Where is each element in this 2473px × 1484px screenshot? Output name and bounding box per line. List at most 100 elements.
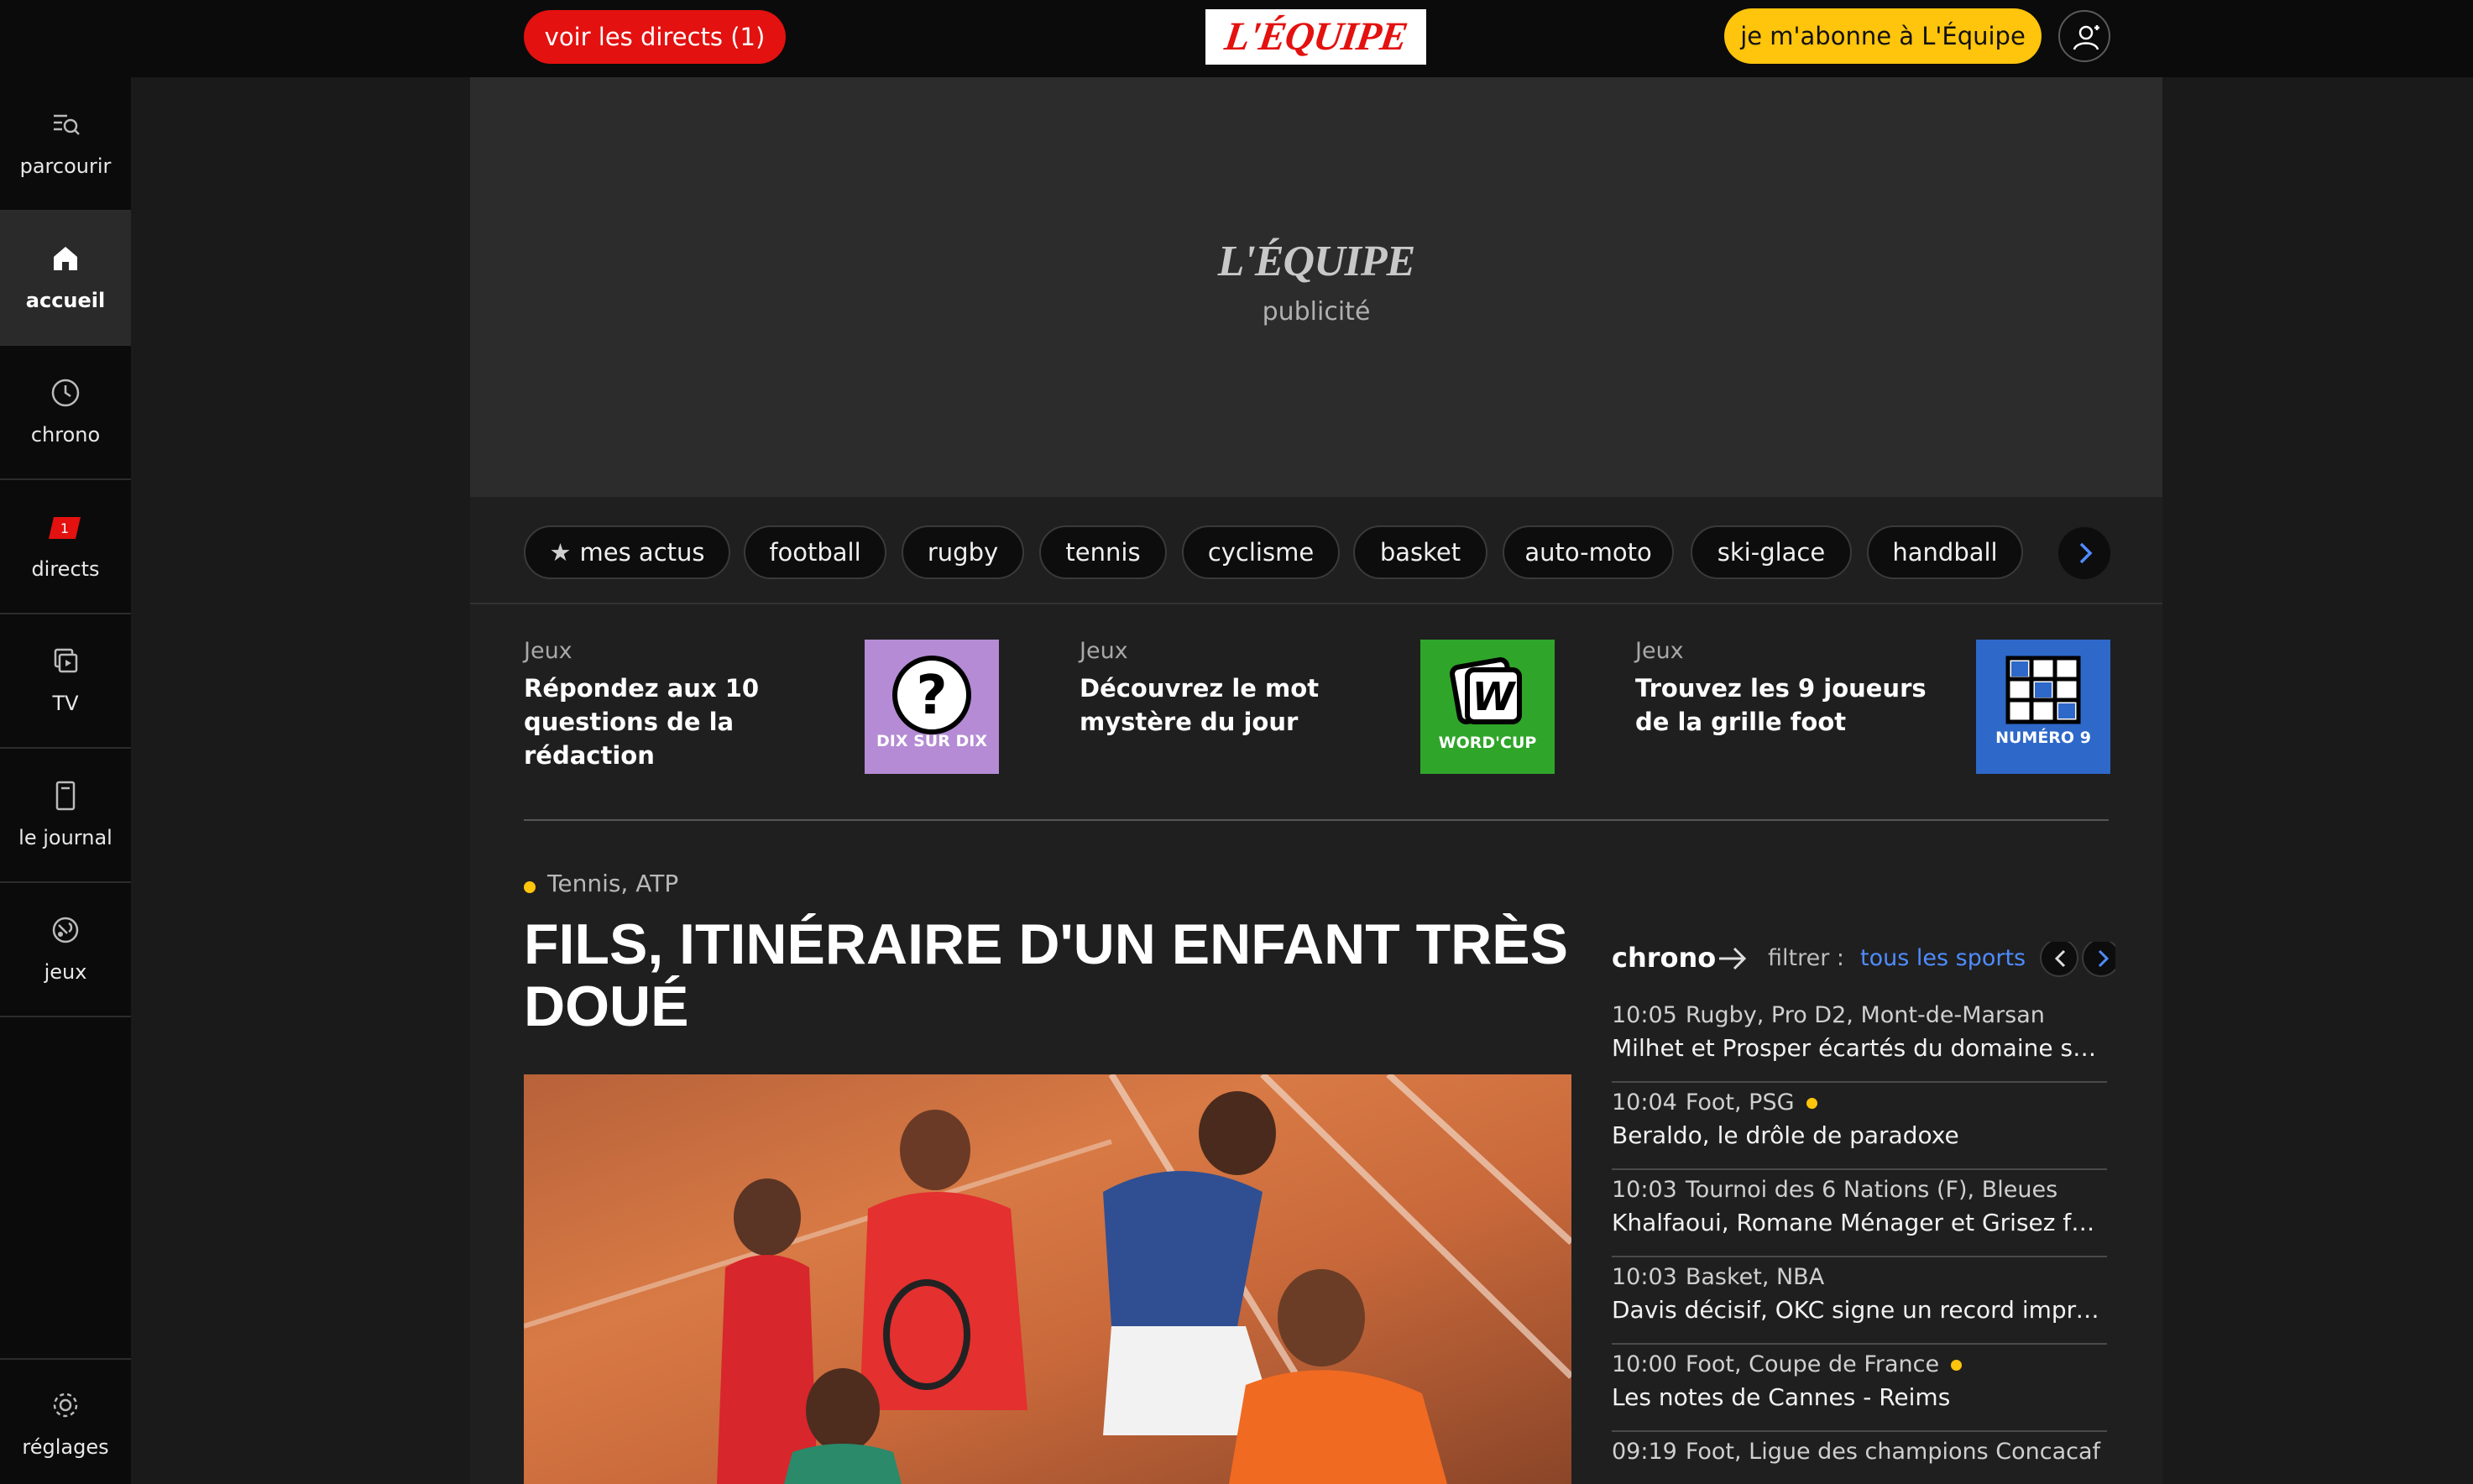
chip-auto-moto[interactable]: auto-moto: [1503, 525, 1674, 579]
sidebar-item-label: parcourir: [19, 154, 112, 178]
ad-label: publicité: [1262, 297, 1371, 327]
logo-text: L'ÉQUIPE: [1221, 14, 1410, 59]
article-category[interactable]: Tennis, ATP: [547, 870, 678, 897]
browse-icon: [54, 114, 80, 135]
chrono-item-meta: 10:05 Rugby, Pro D2, Mont-de-Marsan: [1612, 1002, 2045, 1028]
svg-text:?: ?: [916, 665, 947, 727]
sidebar-item-directs[interactable]: 1 directs: [0, 480, 131, 614]
numero9-thumbnail: NUMÉRO 9: [1976, 640, 2110, 774]
chrono-item[interactable]: 10:03 Basket, NBA Davis décisif, OKC sign…: [1612, 1257, 2107, 1345]
filter-label: filtrer :: [1768, 945, 1844, 971]
tennis-players-illustration: [524, 1074, 1571, 1484]
chrono-item-meta: 09:19 Foot, Ligue des champions Concacaf: [1612, 1439, 2101, 1465]
tv-icon: [54, 648, 78, 673]
thumb-label: WORD'CUP: [1438, 734, 1537, 752]
chrono-title[interactable]: chrono: [1612, 942, 1716, 974]
chip-football[interactable]: football: [744, 525, 886, 579]
ad-banner[interactable]: L'ÉQUIPE publicité: [470, 77, 2162, 497]
chrono-item-meta: 10:03 Tournoi des 6 Nations (F), Bleues: [1612, 1177, 2058, 1203]
category-dot: [524, 881, 536, 893]
logo[interactable]: L'ÉQUIPE: [1205, 9, 1426, 65]
sidebar-item-reglages[interactable]: réglages: [0, 1358, 131, 1484]
grid-icon: [2005, 656, 2081, 724]
sidebar: parcourir accueil chrono 1 directs TV le…: [0, 77, 131, 1484]
sidebar-item-accueil[interactable]: accueil: [0, 212, 131, 346]
chip-basket[interactable]: basket: [1353, 525, 1487, 579]
user-icon: [2073, 25, 2099, 50]
chrono-item[interactable]: 10:04 Foot, PSG Beraldo, le drôle de para…: [1612, 1083, 2107, 1170]
ad-logo: L'ÉQUIPE: [1217, 238, 1416, 285]
gear-icon: [53, 1393, 78, 1418]
account-button[interactable]: [2058, 10, 2110, 62]
article-hero-image[interactable]: [524, 1074, 1571, 1484]
sidebar-item-label: directs: [31, 557, 100, 581]
sidebar-item-label: le journal: [18, 826, 112, 849]
thumb-label: NUMÉRO 9: [1995, 729, 2091, 747]
chrono-item-title: Khalfaoui, Romane Ménager et Grisez font…: [1612, 1209, 2107, 1236]
article-headline[interactable]: FILS, ITINÉRAIRE D'UN ENFANT TRÈS DOUÉ: [524, 913, 1582, 1037]
top-bar: voir les directs (1) L'ÉQUIPE je m'abonn…: [0, 0, 2473, 77]
chrono-item-title: Les notes de Cannes - Reims: [1612, 1383, 1951, 1411]
chrono-panel: chrono filtrer : tous les sports 10:05 Ru…: [1612, 942, 2115, 1484]
chrono-item[interactable]: 10:00 Foot, Coupe de France Les notes de …: [1612, 1345, 2107, 1432]
sidebar-item-label: chrono: [30, 423, 101, 447]
game-title: Trouvez les 9 joueurs de la grille foot: [1635, 674, 1927, 736]
sidebar-item-label: TV: [52, 692, 79, 715]
arrow-right-icon[interactable]: [1718, 945, 1748, 972]
chip-rugby[interactable]: rugby: [902, 525, 1024, 579]
game-title: Répondez aux 10 questions de la rédactio…: [524, 674, 760, 770]
sidebar-item-label: accueil: [25, 289, 106, 312]
game-kind: Jeux: [524, 638, 573, 664]
chrono-item-meta: 10:03 Basket, NBA: [1612, 1264, 1825, 1290]
svg-text:W: W: [1472, 674, 1517, 719]
chrono-prev-button[interactable]: [2040, 942, 2078, 977]
games-row: Jeux Répondez aux 10 questions de la réd…: [524, 638, 2110, 821]
chevron-right-icon: [2098, 949, 2110, 968]
wordcup-logo-icon: W: [1450, 657, 1522, 724]
chip-cyclisme[interactable]: cyclisme: [1182, 525, 1340, 579]
sidebar-item-jeux[interactable]: jeux: [0, 883, 131, 1017]
premium-dot: [1951, 1360, 1963, 1371]
sidebar-item-parcourir[interactable]: parcourir: [0, 77, 131, 212]
chips-next-button[interactable]: [2058, 527, 2110, 579]
chip-tennis[interactable]: tennis: [1039, 525, 1167, 579]
sidebar-item-tv[interactable]: TV: [0, 614, 131, 749]
chrono-item-title: Beraldo, le drôle de paradoxe: [1612, 1121, 1959, 1149]
chevron-right-icon: [2079, 542, 2093, 564]
chip-handball[interactable]: handball: [1867, 525, 2023, 579]
sidebar-item-chrono[interactable]: chrono: [0, 346, 131, 480]
thumb-label: DIX SUR DIX: [876, 732, 987, 750]
chrono-item-title: Milhet et Prosper écartés du domaine spo…: [1612, 1034, 2107, 1062]
home-icon: [54, 247, 77, 270]
game-kind: Jeux: [1080, 638, 1128, 664]
chip-mes-actus[interactable]: ★ mes actus: [524, 525, 730, 579]
chip-ski-glace[interactable]: ski-glace: [1691, 525, 1852, 579]
premium-dot: [1806, 1098, 1817, 1109]
subscribe-button[interactable]: je m'abonne à L'Équipe: [1724, 8, 2042, 64]
game-card[interactable]: Jeux Découvrez le mot mystère du jour W …: [1080, 638, 1555, 789]
chrono-item-title: Davis décisif, OKC signe un record impre…: [1612, 1296, 2107, 1324]
sport-chips: ★ mes actus football rugby tennis cyclism…: [470, 497, 2162, 604]
dix-sur-dix-thumbnail: ? DIX SUR DIX: [865, 640, 999, 774]
sidebar-item-label: jeux: [44, 960, 87, 984]
chrono-item[interactable]: 10:03 Tournoi des 6 Nations (F), Bleues K…: [1612, 1170, 2107, 1257]
game-card[interactable]: Jeux Trouvez les 9 joueurs de la grille …: [1635, 638, 2110, 789]
main-content: L'ÉQUIPE publicité ★ mes actus football r…: [470, 77, 2162, 1484]
chevron-left-icon: [2054, 949, 2066, 968]
newspaper-icon: [55, 781, 76, 811]
sidebar-item-journal[interactable]: le journal: [0, 749, 131, 883]
star-icon: ★: [549, 538, 572, 567]
live-button[interactable]: voir les directs (1): [524, 10, 786, 64]
filter-select[interactable]: tous les sports: [1860, 945, 2026, 971]
game-card[interactable]: Jeux Répondez aux 10 questions de la réd…: [524, 638, 999, 789]
chrono-item-meta: 10:00 Foot, Coupe de France: [1612, 1351, 1963, 1377]
chrono-item[interactable]: 10:05 Rugby, Pro D2, Mont-de-Marsan Milhe…: [1612, 995, 2107, 1083]
chrono-next-button[interactable]: [2082, 942, 2115, 977]
clock-icon: [51, 379, 80, 407]
question-clock-icon: ?: [892, 656, 971, 734]
game-title: Découvrez le mot mystère du jour: [1080, 674, 1320, 736]
live-badge-icon: 1: [49, 517, 81, 539]
wordcup-thumbnail: W WORD'CUP: [1420, 640, 1555, 774]
chrono-item[interactable]: 09:19 Foot, Ligue des champions Concacaf: [1612, 1432, 2107, 1484]
chip-label: mes actus: [579, 538, 705, 567]
